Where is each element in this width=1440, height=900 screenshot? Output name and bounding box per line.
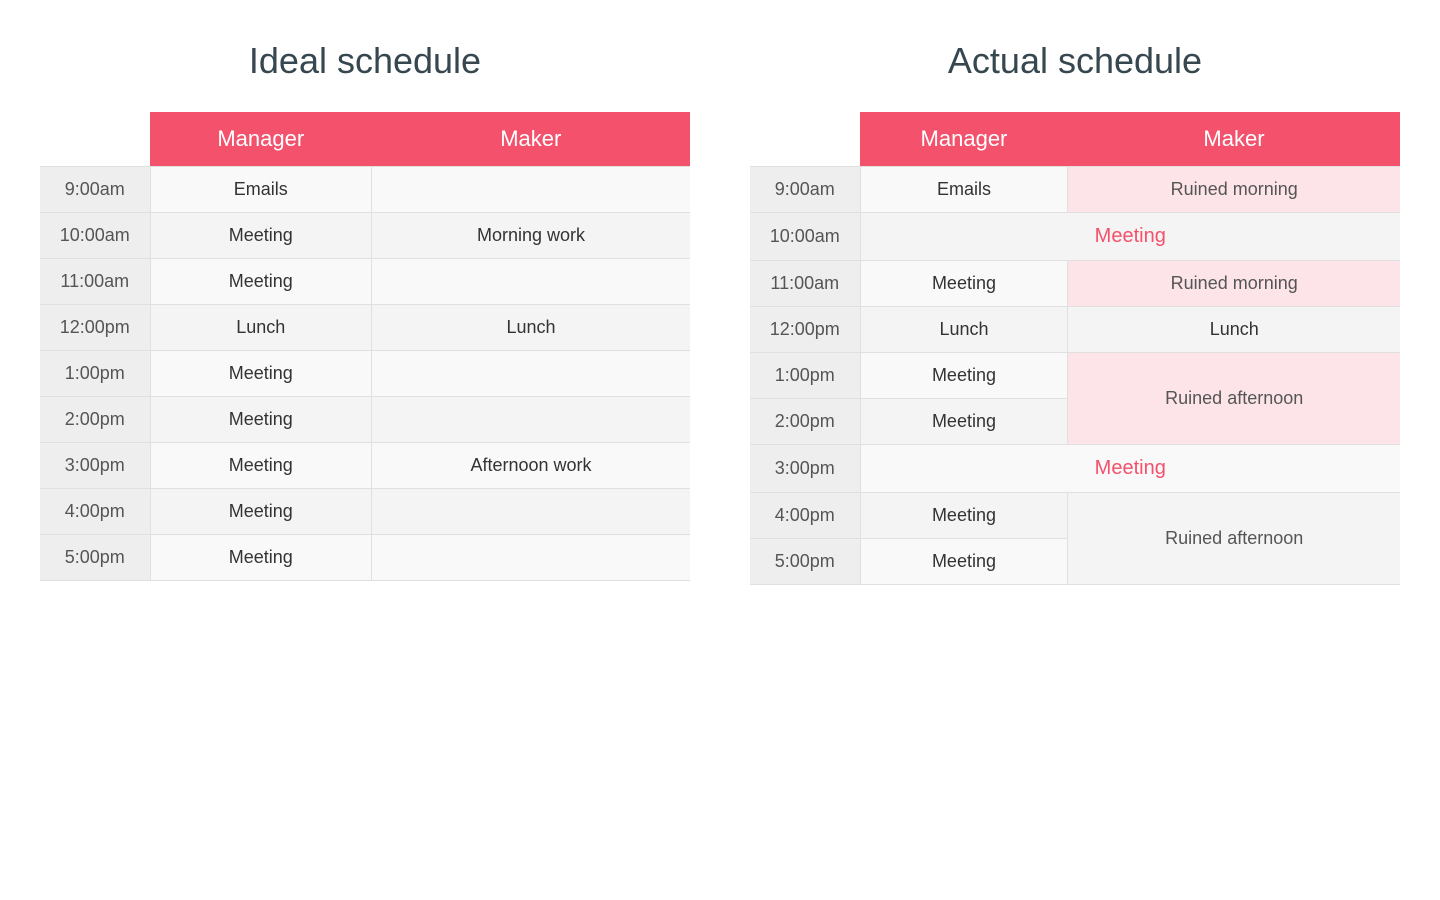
content-cell: Meeting	[860, 213, 1400, 261]
actual-title: Actual schedule	[750, 40, 1400, 82]
ideal-table: Manager Maker 9:00amEmails10:00amMeeting…	[40, 112, 690, 581]
table-row: 4:00pmMeetingRuined afternoon	[750, 493, 1400, 539]
table-row: 10:00amMeeting	[750, 213, 1400, 261]
table-row: 11:00amMeetingRuined morning	[750, 261, 1400, 307]
time-cell: 4:00pm	[40, 489, 150, 535]
time-cell: 12:00pm	[750, 307, 860, 353]
table-row: 3:00pmMeetingAfternoon work	[40, 443, 690, 489]
time-cell: 10:00am	[750, 213, 860, 261]
maker-cell	[372, 351, 690, 397]
maker-cell	[372, 489, 690, 535]
time-cell: 3:00pm	[40, 443, 150, 489]
ideal-title: Ideal schedule	[40, 40, 690, 82]
maker-cell: Lunch	[372, 305, 690, 351]
content-cell: Lunch	[1068, 307, 1400, 353]
manager-cell: Lunch	[150, 305, 372, 351]
time-cell: 11:00am	[750, 261, 860, 307]
content-cell: Ruined morning	[1068, 261, 1400, 307]
table-row: 4:00pmMeeting	[40, 489, 690, 535]
content-cell: Meeting	[860, 399, 1068, 445]
ideal-maker-header: Maker	[372, 112, 690, 167]
maker-cell	[372, 397, 690, 443]
content-cell: Ruined afternoon	[1068, 353, 1400, 445]
content-cell: Ruined morning	[1068, 167, 1400, 213]
actual-schedule-section: Actual schedule Manager Maker 9:00amEmai…	[750, 40, 1400, 585]
manager-cell: Meeting	[150, 443, 372, 489]
time-cell: 1:00pm	[40, 351, 150, 397]
actual-manager-header: Manager	[860, 112, 1068, 167]
table-row: 9:00amEmails	[40, 167, 690, 213]
manager-cell: Meeting	[150, 535, 372, 581]
time-cell: 5:00pm	[40, 535, 150, 581]
table-row: 10:00amMeetingMorning work	[40, 213, 690, 259]
time-cell: 3:00pm	[750, 445, 860, 493]
table-row: 3:00pmMeeting	[750, 445, 1400, 493]
table-row: 5:00pmMeeting	[40, 535, 690, 581]
maker-cell	[372, 167, 690, 213]
ideal-schedule-section: Ideal schedule Manager Maker 9:00amEmail…	[40, 40, 690, 585]
actual-maker-header: Maker	[1068, 112, 1400, 167]
time-cell: 9:00am	[750, 167, 860, 213]
time-cell: 2:00pm	[40, 397, 150, 443]
maker-cell: Morning work	[372, 213, 690, 259]
time-cell: 5:00pm	[750, 539, 860, 585]
page-wrapper: Ideal schedule Manager Maker 9:00amEmail…	[40, 40, 1400, 585]
content-cell: Lunch	[860, 307, 1068, 353]
table-row: 1:00pmMeetingRuined afternoon	[750, 353, 1400, 399]
ideal-time-header	[40, 112, 150, 167]
table-row: 2:00pmMeeting	[40, 397, 690, 443]
manager-cell: Meeting	[150, 259, 372, 305]
table-row: 1:00pmMeeting	[40, 351, 690, 397]
time-cell: 9:00am	[40, 167, 150, 213]
content-cell: Meeting	[860, 353, 1068, 399]
maker-cell	[372, 259, 690, 305]
time-cell: 4:00pm	[750, 493, 860, 539]
manager-cell: Meeting	[150, 397, 372, 443]
actual-time-header	[750, 112, 860, 167]
table-row: 11:00amMeeting	[40, 259, 690, 305]
manager-cell: Meeting	[150, 351, 372, 397]
maker-cell: Afternoon work	[372, 443, 690, 489]
actual-table: Manager Maker 9:00amEmailsRuined morning…	[750, 112, 1400, 585]
table-row: 9:00amEmailsRuined morning	[750, 167, 1400, 213]
time-cell: 11:00am	[40, 259, 150, 305]
ideal-manager-header: Manager	[150, 112, 372, 167]
table-row: 12:00pmLunchLunch	[40, 305, 690, 351]
maker-cell	[372, 535, 690, 581]
time-cell: 10:00am	[40, 213, 150, 259]
content-cell: Ruined afternoon	[1068, 493, 1400, 585]
time-cell: 2:00pm	[750, 399, 860, 445]
manager-cell: Emails	[150, 167, 372, 213]
content-cell: Meeting	[860, 445, 1400, 493]
time-cell: 12:00pm	[40, 305, 150, 351]
manager-cell: Meeting	[150, 489, 372, 535]
table-row: 12:00pmLunchLunch	[750, 307, 1400, 353]
content-cell: Meeting	[860, 261, 1068, 307]
content-cell: Emails	[860, 167, 1068, 213]
content-cell: Meeting	[860, 493, 1068, 539]
manager-cell: Meeting	[150, 213, 372, 259]
time-cell: 1:00pm	[750, 353, 860, 399]
content-cell: Meeting	[860, 539, 1068, 585]
